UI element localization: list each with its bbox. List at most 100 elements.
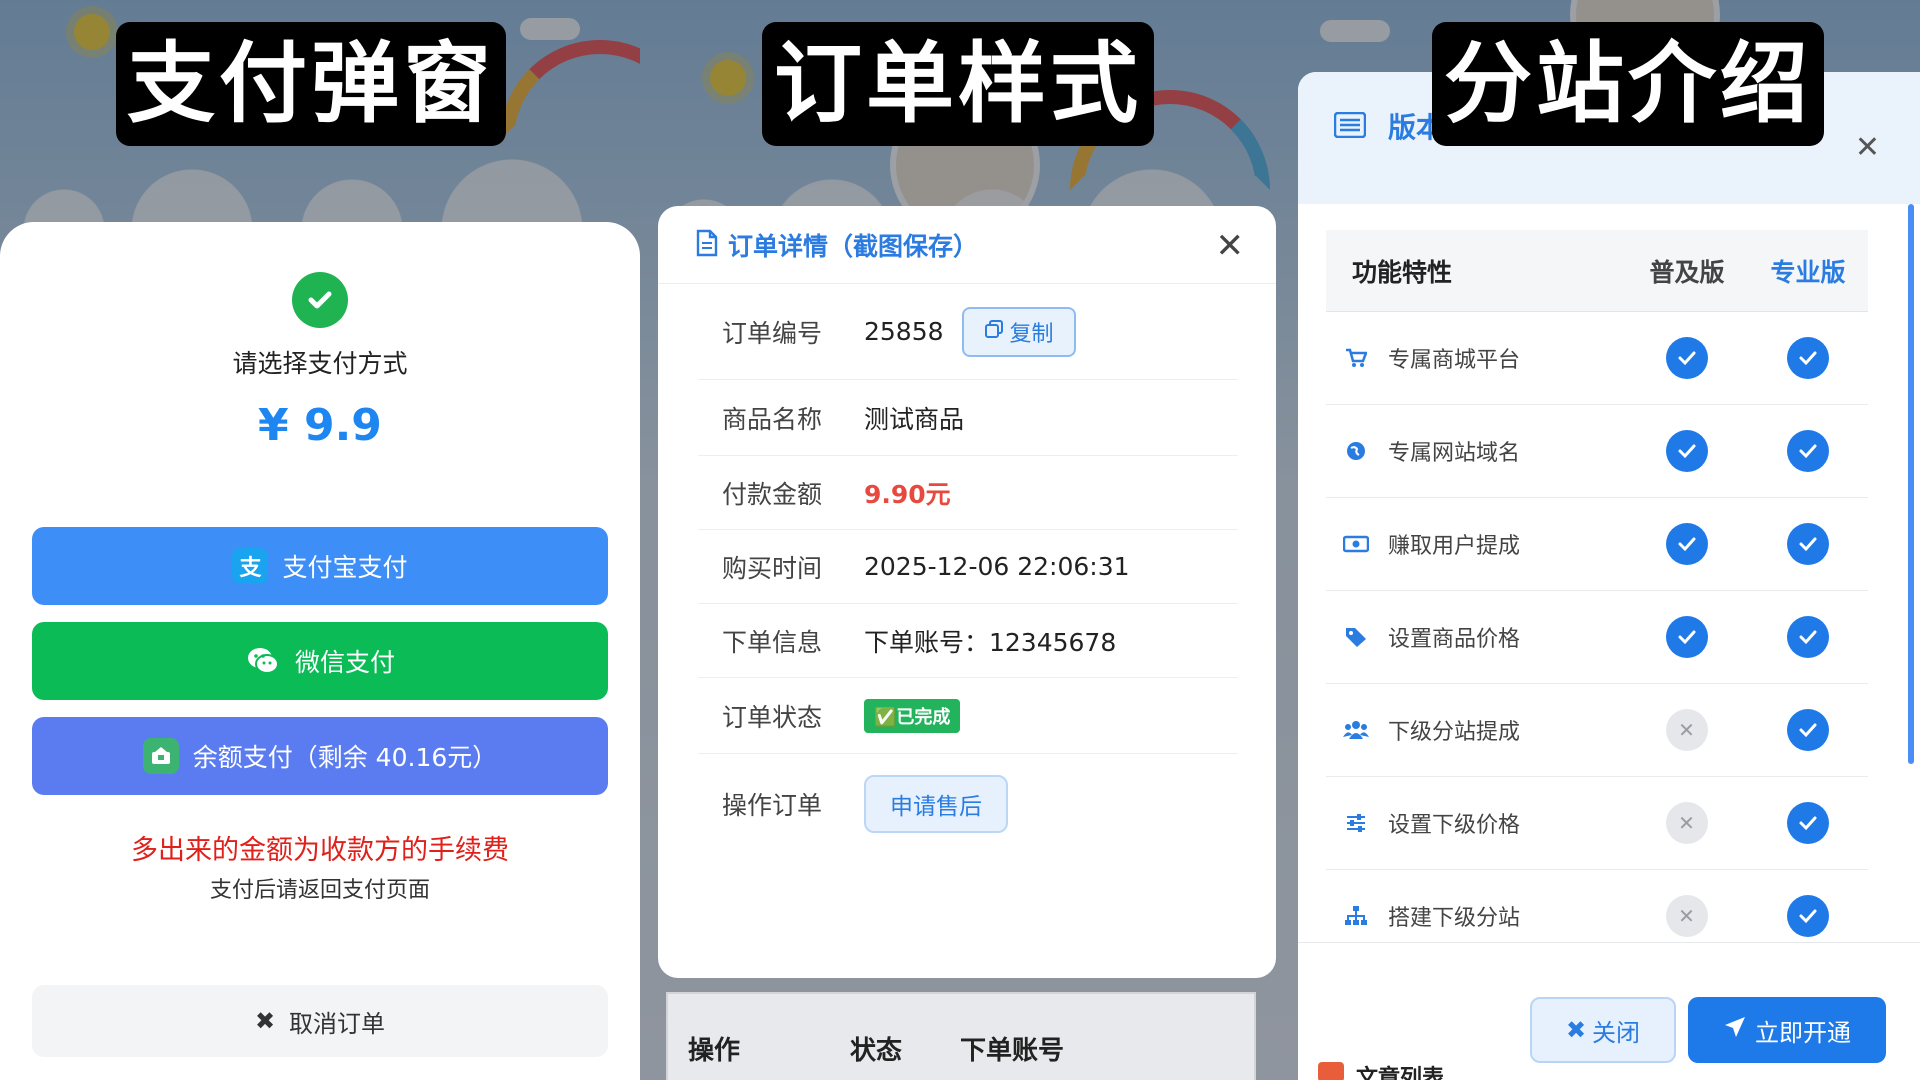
payment-amount: ¥ 9.9 xyxy=(258,400,382,451)
column-pro: 专业版 xyxy=(1770,257,1846,287)
scrollbar[interactable] xyxy=(1908,204,1914,764)
column-feature: 功能特性 xyxy=(1352,257,1453,287)
order-row-product: 商品名称 测试商品 xyxy=(698,380,1238,456)
check-icon xyxy=(1786,430,1829,472)
status-badge: ✅已完成 xyxy=(864,698,961,733)
copy-label: 复制 xyxy=(1009,321,1054,347)
caption-payment-popup: 支付弹窗 xyxy=(116,22,506,146)
check-icon xyxy=(1665,616,1708,658)
feature-table-header: 功能特性 普及版 专业版 xyxy=(1326,230,1868,312)
money-icon xyxy=(1342,530,1370,558)
order-row-label: 订单状态 xyxy=(722,702,823,732)
table-row: 专属网站域名 xyxy=(1326,405,1868,498)
open-now-button[interactable]: 立即开通 xyxy=(1688,997,1886,1063)
copy-button[interactable]: 复制 xyxy=(961,306,1076,357)
close-button[interactable]: ✖ 关闭 xyxy=(1530,997,1676,1063)
table-row: 下级分站提成 ✕ xyxy=(1326,684,1868,777)
cancel-order-button[interactable]: ✖ 取消订单 xyxy=(32,985,608,1057)
caption-order-style: 订单样式 xyxy=(762,22,1154,146)
order-row-status: 订单状态 ✅已完成 xyxy=(698,678,1238,754)
payment-panel: 支付弹窗 请选择支付方式 ¥ 9.9 支 支付宝支付 微信支付 余额支付（剩余 … xyxy=(0,0,640,1080)
document-icon xyxy=(694,229,720,261)
feature-name: 下级分站提成 xyxy=(1388,720,1521,745)
payment-title: 请选择支付方式 xyxy=(232,349,408,378)
order-panel: 订单样式 订单详情（截图保存） ✕ 订单编号 25858 复制 商品名称 测试商… xyxy=(640,0,1280,1080)
table-row: 赚取用户提成 xyxy=(1326,498,1868,591)
balance-pay-label: 余额支付（剩余 40.16元） xyxy=(192,743,498,772)
check-icon xyxy=(1786,523,1829,565)
cart-icon xyxy=(1342,344,1370,372)
feature-table: 功能特性 普及版 专业版 专属商城平台 专属网站域名 赚取用户提成 设置商品价格… xyxy=(1326,230,1868,963)
table-row: 专属商城平台 xyxy=(1326,312,1868,405)
table-header-account: 下单账号 xyxy=(960,1036,1065,1066)
return-note: 支付后请返回支付页面 xyxy=(209,878,430,903)
table-header-status: 状态 xyxy=(850,1036,903,1066)
tags-icon xyxy=(1342,623,1370,651)
cross-icon: ✕ xyxy=(1665,802,1708,844)
table-header-action: 操作 xyxy=(688,1036,741,1066)
globe-icon xyxy=(1342,437,1370,465)
sitemap-icon xyxy=(1342,902,1370,930)
check-icon xyxy=(1786,802,1829,844)
wallet-icon xyxy=(142,738,179,774)
order-detail-modal: 订单详情（截图保存） ✕ 订单编号 25858 复制 商品名称 测试商品 付款金… xyxy=(658,206,1276,978)
article-list-icon xyxy=(1318,1062,1344,1080)
check-icon xyxy=(1665,430,1708,472)
article-list-label: 文章列表 xyxy=(1356,1066,1445,1080)
order-row-info: 下单信息 下单账号：12345678 xyxy=(698,604,1238,678)
after-sale-button[interactable]: 申请售后 xyxy=(864,775,1008,833)
check-icon xyxy=(1665,523,1708,565)
payment-amount-value: 9.90元 xyxy=(864,479,951,509)
column-basic: 普及版 xyxy=(1649,257,1725,287)
check-icon xyxy=(1665,337,1708,379)
order-row-label: 订单编号 xyxy=(722,318,823,348)
cancel-order-label: 取消订单 xyxy=(289,1009,386,1038)
alipay-icon: 支 xyxy=(232,548,269,584)
check-icon xyxy=(1786,337,1829,379)
feature-name: 专属网站域名 xyxy=(1388,441,1521,466)
order-number-value: 25858 xyxy=(864,317,944,346)
version-modal: 版本 ✕ 功能特性 普及版 专业版 专属商城平台 专属网站域名 赚取用户提成 设… xyxy=(1298,72,1920,1080)
order-row-label: 下单信息 xyxy=(722,627,823,657)
order-row-label: 商品名称 xyxy=(722,404,823,434)
alipay-button[interactable]: 支 支付宝支付 xyxy=(32,527,608,605)
product-name-value: 测试商品 xyxy=(864,404,965,434)
caption-substation-intro: 分站介绍 xyxy=(1432,22,1824,146)
feature-name: 赚取用户提成 xyxy=(1388,534,1521,559)
order-table-header: 操作 状态 下单账号 xyxy=(666,992,1256,1080)
order-info-value: 下单账号：12345678 xyxy=(864,627,1117,657)
cross-icon: ✕ xyxy=(1665,895,1708,937)
purchase-time-value: 2025-12-06 22:06:31 xyxy=(864,552,1130,581)
copy-icon xyxy=(984,319,1004,345)
order-row-action: 操作订单 申请售后 xyxy=(698,754,1238,854)
check-icon xyxy=(1786,895,1829,937)
close-icon[interactable]: ✕ xyxy=(1216,226,1245,266)
alipay-label: 支付宝支付 xyxy=(282,553,408,582)
close-button-label: 关闭 xyxy=(1592,1018,1641,1047)
balance-pay-button[interactable]: 余额支付（剩余 40.16元） xyxy=(32,717,608,795)
substation-panel: 分站介绍 版本 ✕ 功能特性 普及版 专业版 专属商城平台 专属网站域名 赚取用… xyxy=(1280,0,1920,1080)
success-check-icon xyxy=(292,272,348,328)
order-row-number: 订单编号 25858 复制 xyxy=(698,284,1238,380)
screenshot-collage: 支付弹窗 请选择支付方式 ¥ 9.9 支 支付宝支付 微信支付 余额支付（剩余 … xyxy=(0,0,1920,1080)
fee-note: 多出来的金额为收款方的手续费 xyxy=(131,835,509,866)
order-modal-header: 订单详情（截图保存） ✕ xyxy=(658,206,1276,284)
table-row: 设置下级价格 ✕ xyxy=(1326,777,1868,870)
wechat-pay-label: 微信支付 xyxy=(294,648,395,677)
rocket-icon xyxy=(1723,1015,1747,1045)
check-icon xyxy=(1786,616,1829,658)
close-x-icon: ✖ xyxy=(1565,1016,1587,1044)
table-row: 设置商品价格 xyxy=(1326,591,1868,684)
order-row-amount: 付款金额 9.90元 xyxy=(698,456,1238,530)
order-modal-title: 订单详情（截图保存） xyxy=(728,231,979,261)
wechat-pay-button[interactable]: 微信支付 xyxy=(32,622,608,700)
users-icon xyxy=(1342,716,1370,744)
close-icon[interactable]: ✕ xyxy=(1855,130,1880,165)
list-icon xyxy=(1333,111,1367,142)
open-now-label: 立即开通 xyxy=(1755,1018,1851,1047)
wechat-icon xyxy=(245,643,281,679)
close-x-icon: ✖ xyxy=(254,1007,276,1035)
cross-icon: ✕ xyxy=(1665,709,1708,751)
feature-name: 设置商品价格 xyxy=(1388,627,1521,652)
feature-name: 专属商城平台 xyxy=(1388,348,1521,373)
